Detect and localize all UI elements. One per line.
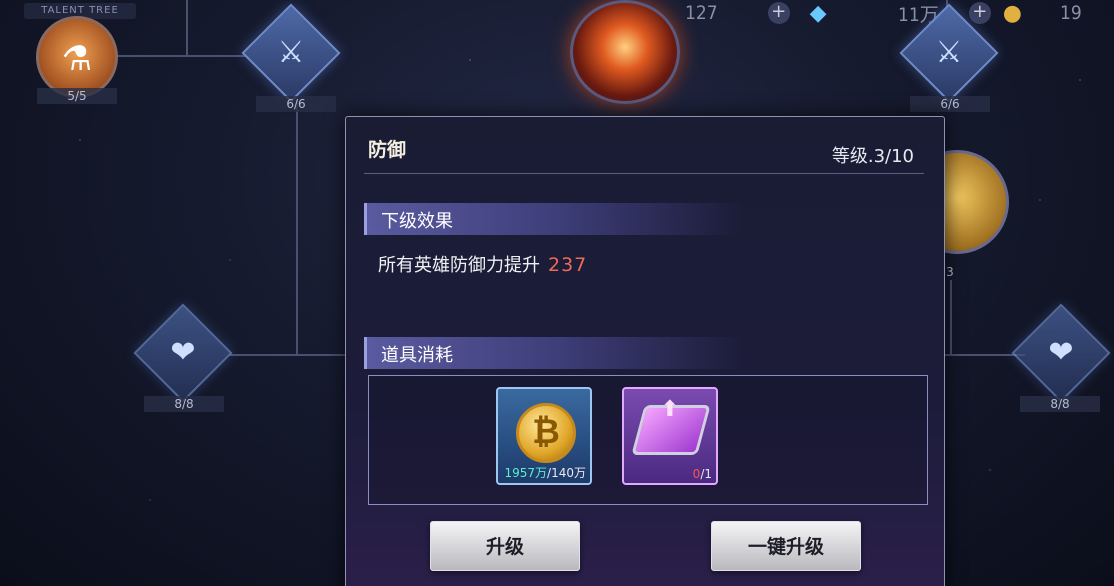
attack-node-2-count: 6/6 <box>910 96 990 112</box>
resource-value-3: 19 <box>1059 2 1082 24</box>
gold-coin-quantity: 1957万/140万 <box>505 464 587 481</box>
effect-text: 所有英雄防御力提升 <box>378 255 540 276</box>
one-key-upgrade-button[interactable]: 一键升级 <box>711 521 861 571</box>
diamond-icon: ◆ <box>809 0 827 26</box>
shield-node-right-count: 8/8 <box>1020 396 1100 412</box>
effect-description: 所有英雄防御力提升 237 <box>378 251 587 277</box>
add-resource-button-1[interactable]: + <box>767 2 790 24</box>
potion-node[interactable]: ⚗ <box>36 16 118 98</box>
potion-node-count: 5/5 <box>37 88 117 104</box>
effect-value: 237 <box>548 254 588 276</box>
resource-bar-1: 127 + ◆ <box>685 0 827 26</box>
tree-line <box>110 55 260 57</box>
upgrade-arrow-icon: ⬆ <box>660 397 680 422</box>
level-indicator: 等级.3/10 <box>831 146 914 167</box>
next-effect-label: 下级效果 <box>381 211 453 232</box>
gold-coin-need: /140万 <box>547 466 586 480</box>
claw-icon: ⚔ <box>277 35 305 70</box>
core-orb[interactable] <box>570 0 680 104</box>
tree-line <box>230 354 345 356</box>
resource-value-1: 127 <box>685 2 718 24</box>
tree-line <box>950 280 952 355</box>
heart-shield-icon: ❤ <box>170 335 196 370</box>
claw-icon: ⚔ <box>935 35 963 70</box>
coin-icon: ● <box>1002 0 1022 26</box>
potion-icon: ⚗ <box>61 39 93 79</box>
heart-shield-icon: ❤ <box>1048 335 1074 370</box>
cost-header: 道具消耗 <box>364 337 744 369</box>
tree-line <box>296 100 298 355</box>
bitcoin-icon: ₿ <box>516 403 576 463</box>
next-effect-header: 下级效果 <box>364 203 744 235</box>
tree-line <box>186 0 188 55</box>
talent-detail-modal: 防御 等级.3/10 下级效果 所有英雄防御力提升 237 道具消耗 ₿ 1957… <box>345 116 945 586</box>
purple-chip-need: /1 <box>700 467 712 481</box>
modal-title: 防御 <box>368 139 407 161</box>
gold-coin-item[interactable]: ₿ 1957万/140万 <box>496 387 592 485</box>
shield-node-left-count: 8/8 <box>144 396 224 412</box>
add-resource-button-2[interactable]: + <box>968 2 991 24</box>
cost-label: 道具消耗 <box>381 345 453 366</box>
attack-node-1-count: 6/6 <box>256 96 336 112</box>
modal-divider <box>364 173 924 174</box>
upgrade-button[interactable]: 升级 <box>430 521 580 571</box>
gold-coin-have: 1957万 <box>504 466 548 480</box>
purple-chip-quantity: 0/1 <box>693 467 712 481</box>
purple-chip-item[interactable]: ⬆ 0/1 <box>622 387 718 485</box>
